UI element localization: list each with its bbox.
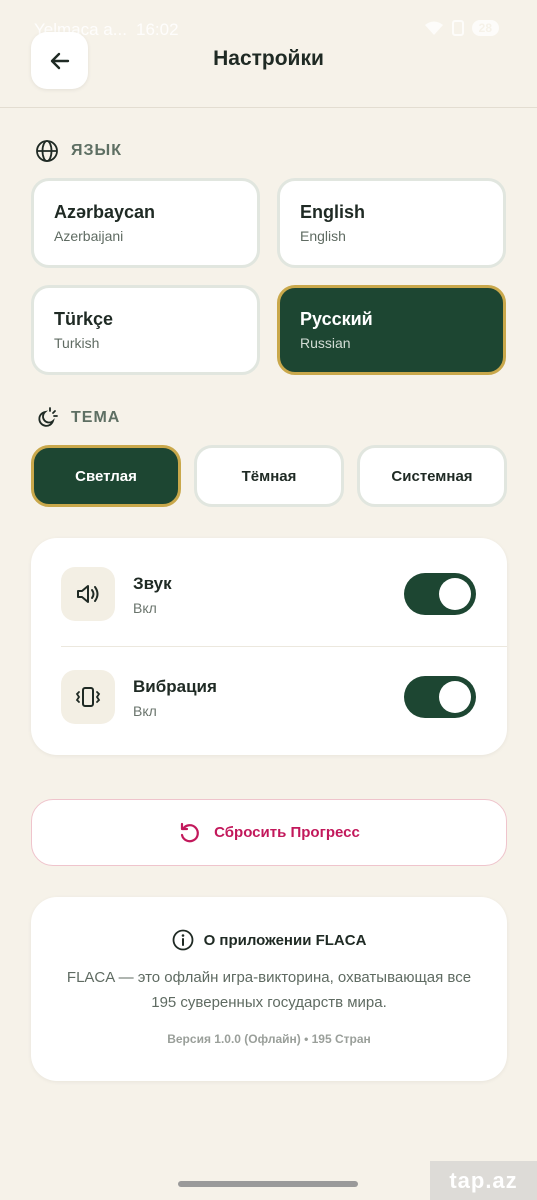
info-icon: [172, 929, 193, 951]
page-title: Настройки: [213, 47, 324, 70]
language-english-name: Russian: [300, 335, 351, 351]
reset-progress-button[interactable]: Сбросить Прогресс: [31, 799, 507, 866]
language-native-name: Türkçe: [54, 309, 114, 329]
language-native-name: English: [300, 202, 366, 222]
reset-label: Сбросить Прогресс: [214, 824, 360, 841]
theme-option-system[interactable]: Системная: [357, 445, 507, 507]
about-description: FLACA — это офлайн игра-викторина, охват…: [66, 969, 472, 1011]
about-title-text: О приложении FLACA: [203, 931, 367, 949]
speaker-icon: [77, 585, 99, 603]
vibration-setting-row: Вибрация Вкл: [31, 641, 507, 741]
language-option-russian[interactable]: Русский Russian: [277, 285, 506, 375]
reset-icon: [181, 822, 200, 842]
language-native-name: Русский: [300, 309, 373, 329]
home-indicator[interactable]: [178, 1181, 358, 1187]
language-option-english[interactable]: English English: [277, 178, 506, 268]
about-title: О приложении FLACA: [31, 929, 507, 951]
theme-icon: [38, 407, 58, 427]
globe-icon: [36, 140, 58, 162]
language-native-name: Azərbaycan: [54, 202, 156, 222]
about-version: Версия 1.0.0 (Офлайн) • 195 Стран: [167, 1032, 371, 1046]
language-option-azerbaijani[interactable]: Azərbaycan Azerbaijani: [31, 178, 260, 268]
language-option-turkish[interactable]: Türkçe Turkish: [31, 285, 260, 375]
language-english-name: English: [300, 228, 346, 244]
sound-title: Звук: [133, 574, 172, 593]
theme-option-light[interactable]: Светлая: [31, 445, 181, 507]
sound-status: Вкл: [133, 600, 157, 616]
theme-section-label: ТЕМА: [35, 406, 120, 430]
language-label: ЯЗЫК: [71, 142, 122, 159]
vibration-toggle[interactable]: [404, 676, 476, 718]
theme-label: ТЕМА: [71, 409, 121, 426]
vibration-icon: [75, 687, 101, 707]
vibration-icon-container: [61, 670, 115, 724]
toggle-knob: [439, 681, 471, 713]
vibration-title: Вибрация: [133, 677, 217, 696]
toggle-knob: [439, 578, 471, 610]
theme-option-dark[interactable]: Тёмная: [194, 445, 344, 507]
language-english-name: Azerbaijani: [54, 228, 124, 244]
sound-icon-container: [61, 567, 115, 621]
sound-setting-row: Звук Вкл: [31, 538, 507, 638]
watermark-logo: tap.az: [430, 1161, 537, 1200]
vibration-status: Вкл: [133, 703, 157, 719]
header: Настройки: [0, 0, 537, 108]
language-english-name: Turkish: [54, 335, 100, 351]
sound-toggle[interactable]: [404, 573, 476, 615]
about-card: О приложении FLACA FLACA — это офлайн иг…: [31, 897, 507, 1081]
language-section-label: ЯЗЫК: [35, 139, 122, 163]
